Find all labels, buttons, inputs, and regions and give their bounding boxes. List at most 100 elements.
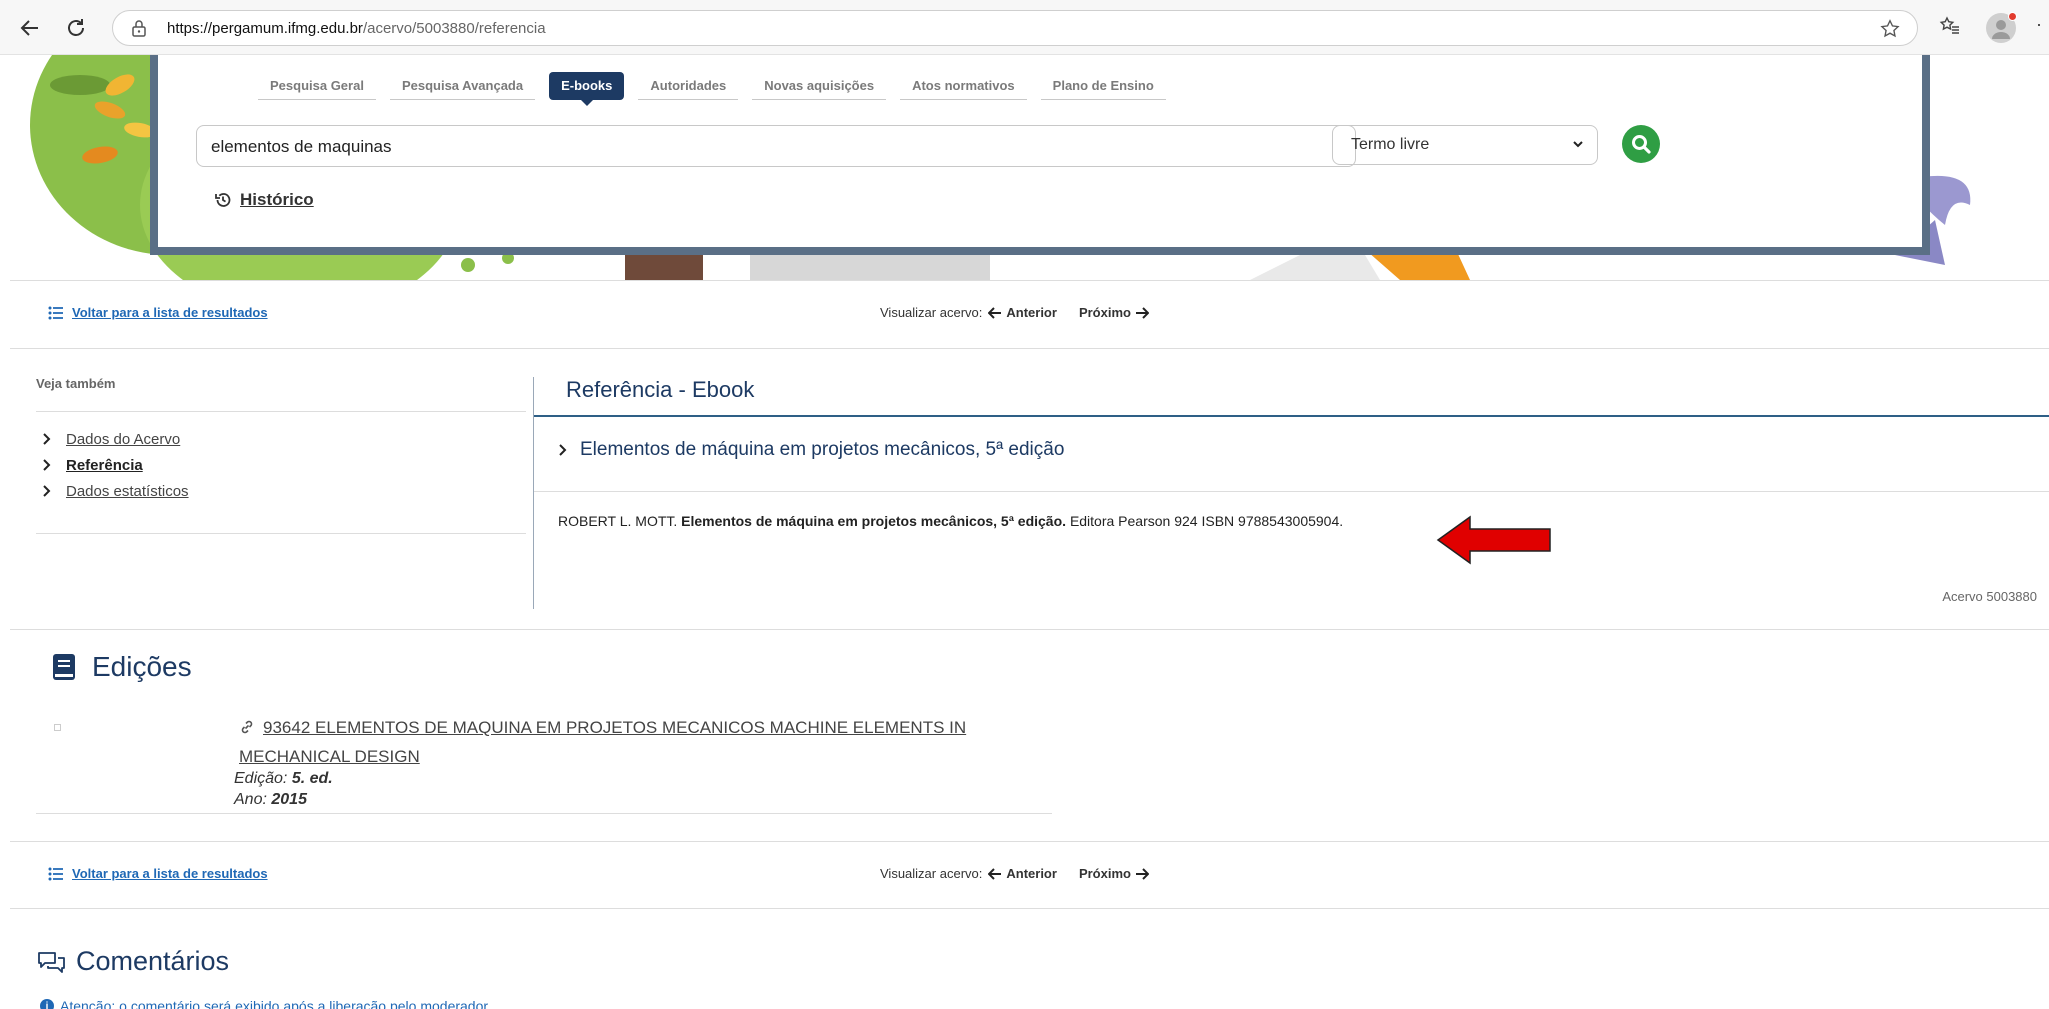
prev-label: Anterior: [1006, 866, 1057, 881]
book-title: Elementos de máquina em projetos mecânic…: [580, 439, 1065, 460]
next-link[interactable]: Próximo: [1079, 305, 1149, 320]
chevron-right-icon: [43, 459, 51, 471]
edition-link-line2: MECHANICAL DESIGN: [239, 747, 420, 766]
acervo-number: Acervo 5003880: [1942, 589, 2037, 604]
link-icon: [239, 716, 255, 743]
record-nav-top: Voltar para a lista de resultados Visual…: [10, 281, 2049, 349]
tab-e-books[interactable]: E-books: [549, 72, 625, 106]
editions-heading: Edições: [52, 651, 192, 683]
tab-novas-aquisicoes[interactable]: Novas aquisições: [752, 72, 887, 100]
sidebar-item-label: Dados do Acervo: [66, 430, 181, 448]
prev-link[interactable]: Anterior: [988, 305, 1057, 320]
moderation-notice: i Atenção: o comentário será exibido apó…: [40, 998, 488, 1009]
history-label: Histórico: [240, 190, 314, 209]
chevron-right-icon: [559, 444, 567, 456]
edition-item: 93642 ELEMENTOS DE MAQUINA EM PROJETOS M…: [36, 714, 1052, 814]
sidebar-item-dados-estatisticos[interactable]: Dados estatísticos: [36, 478, 526, 504]
next-label: Próximo: [1078, 305, 1131, 320]
back-to-results-link[interactable]: Voltar para a lista de resultados: [48, 305, 268, 320]
chevron-right-icon: [43, 433, 51, 445]
edition-link[interactable]: 93642 ELEMENTOS DE MAQUINA EM PROJETOS M…: [239, 714, 999, 770]
search-icon: [1632, 135, 1651, 154]
comments-heading: Comentários: [36, 946, 229, 977]
tab-atos-normativos[interactable]: Atos normativos: [900, 72, 1027, 100]
url-text: https://pergamum.ifmg.edu.br/acervo/5003…: [167, 20, 546, 37]
search-button[interactable]: [1622, 125, 1660, 163]
next-label: Próximo: [1078, 866, 1131, 881]
view-label: Visualizar acervo:: [880, 305, 983, 320]
arrow-right-icon: [1135, 867, 1149, 880]
citation-details: Editora Pearson 924 ISBN 9788543005904.: [1069, 513, 1344, 529]
record-pager: Visualizar acervo: Anterior Próximo: [880, 305, 1149, 320]
tab-pesquisa-avancada[interactable]: Pesquisa Avançada: [389, 72, 536, 100]
next-link[interactable]: Próximo: [1079, 866, 1149, 881]
notification-dot: [2008, 12, 2017, 21]
citation-author: ROBERT L. MOTT.: [558, 513, 678, 529]
search-field-value: Termo livre: [1351, 136, 1430, 153]
address-bar[interactable]: https://pergamum.ifmg.edu.br/acervo/5003…: [112, 10, 1918, 46]
tab-pesquisa-geral[interactable]: Pesquisa Geral: [258, 72, 376, 100]
chevron-right-icon: [43, 485, 51, 497]
sidebar-divider: [36, 504, 526, 534]
tab-plano-de-ensino[interactable]: Plano de Ensino: [1040, 72, 1166, 100]
reference-citation: ROBERT L. MOTT. Elementos de máquina em …: [558, 513, 1343, 529]
see-also-sidebar: Veja também Dados do Acervo Referência D…: [36, 376, 526, 534]
list-icon: [48, 306, 63, 319]
back-to-results-link[interactable]: Voltar para a lista de resultados: [48, 866, 268, 881]
arrow-left-icon: [988, 867, 1002, 880]
record-content: Voltar para a lista de resultados Visual…: [10, 280, 2049, 1009]
list-bullet: [54, 724, 61, 731]
year-label: Ano:: [234, 791, 267, 808]
search-panel: Pesquisa Geral Pesquisa Avançada E-books…: [150, 55, 1930, 255]
sidebar-item-label: Referência: [66, 456, 143, 474]
record-pager: Visualizar acervo: Anterior Próximo: [880, 866, 1149, 881]
reference-title: Referência - Ebook: [566, 377, 755, 402]
moderation-notice-text: Atenção: o comentário será exibido após …: [60, 998, 489, 1009]
back-to-results-label: Voltar para a lista de resultados: [72, 305, 268, 320]
chevron-down-icon: [1571, 137, 1585, 156]
history-link[interactable]: Histórico: [214, 190, 314, 210]
year-info: Ano: 2015: [234, 791, 307, 809]
sidebar-item-label: Dados estatísticos: [66, 482, 189, 500]
profile-avatar[interactable]: [1986, 12, 2017, 43]
year-value: 2015: [271, 791, 307, 808]
edition-value: 5. ed.: [291, 770, 333, 787]
search-input[interactable]: elementos de maquinas: [196, 125, 1356, 167]
more-menu-icon[interactable]: ·: [2036, 14, 2042, 35]
tab-autoridades[interactable]: Autoridades: [638, 72, 739, 100]
search-field-select[interactable]: Termo livre: [1332, 125, 1598, 165]
title-underline: [534, 415, 2049, 417]
red-arrow-icon: [1436, 515, 1551, 565]
section-divider: [10, 629, 2049, 630]
citation-title: Elementos de máquina em projetos mecânic…: [681, 513, 1067, 529]
back-arrow-icon[interactable]: [16, 14, 44, 42]
book-title-toggle[interactable]: Elementos de máquina em projetos mecânic…: [558, 439, 1064, 461]
back-to-results-label: Voltar para a lista de resultados: [72, 866, 268, 881]
book-icon: [53, 654, 75, 680]
search-tabs: Pesquisa Geral Pesquisa Avançada E-books…: [258, 72, 1180, 106]
favorites-icon[interactable]: [1938, 14, 1962, 43]
prev-label: Anterior: [1006, 305, 1057, 320]
arrow-left-icon: [988, 306, 1002, 319]
divider: [534, 491, 2049, 492]
arrow-right-icon: [1135, 306, 1149, 319]
record-nav-bottom: Voltar para a lista de resultados Visual…: [10, 841, 2049, 909]
sidebar-item-referencia[interactable]: Referência: [36, 452, 526, 478]
editions-title: Edições: [92, 651, 192, 682]
see-also-heading: Veja também: [36, 376, 526, 412]
star-icon[interactable]: [1879, 18, 1901, 45]
info-icon: i: [40, 999, 54, 1009]
edition-link-line1: 93642 ELEMENTOS DE MAQUINA EM PROJETOS M…: [263, 718, 967, 737]
url-host: https://pergamum.ifmg.edu.br: [167, 20, 363, 37]
reference-panel: Referência - Ebook Elementos de máquina …: [533, 377, 2049, 609]
reload-icon[interactable]: [62, 14, 90, 42]
browser-toolbar: https://pergamum.ifmg.edu.br/acervo/5003…: [0, 0, 2049, 55]
edition-label: Edição:: [234, 770, 288, 787]
lock-icon[interactable]: [131, 19, 147, 42]
edition-info: Edição: 5. ed.: [234, 770, 333, 788]
view-label: Visualizar acervo:: [880, 866, 983, 881]
sidebar-item-dados-do-acervo[interactable]: Dados do Acervo: [36, 426, 526, 452]
url-path: /acervo/5003880/referencia: [362, 20, 546, 37]
prev-link[interactable]: Anterior: [988, 866, 1057, 881]
banner: Pesquisa Geral Pesquisa Avançada E-books…: [0, 55, 2049, 280]
